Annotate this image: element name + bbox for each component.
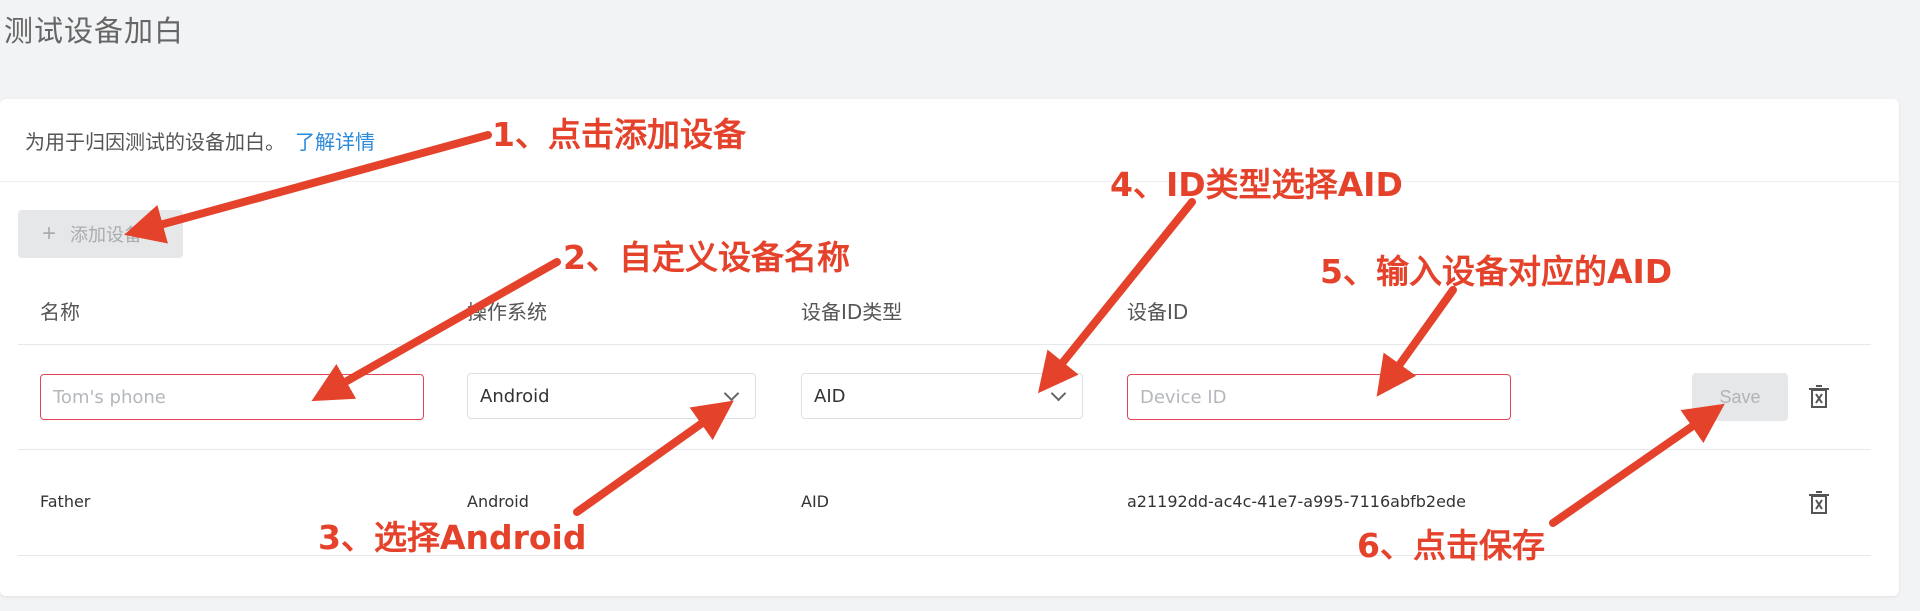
column-header-name: 名称 [40,300,80,324]
device-id-type-cell: AID [801,492,829,511]
id-type-select-value: AID [814,385,846,407]
column-header-id-type: 设备ID类型 [801,300,903,324]
trash-icon[interactable] [1808,384,1830,410]
chevron-down-icon [1050,385,1067,402]
intro-text: 为用于归因测试的设备加白。 了解详情 [25,126,375,155]
add-device-button[interactable]: + 添加设备 [18,210,183,258]
id-type-select[interactable]: AID [801,373,1083,419]
annotation-step-3: 3、选择Android [318,518,587,557]
divider [0,181,1899,182]
trash-icon[interactable] [1808,490,1830,516]
device-name-placeholder: Tom's phone [53,386,166,408]
annotation-step-2: 2、自定义设备名称 [563,238,850,277]
device-whitelist-panel [0,99,1899,596]
learn-more-link[interactable]: 了解详情 [295,130,375,154]
annotation-step-4: 4、ID类型选择AID [1110,165,1403,204]
page-title: 测试设备加白 [4,14,185,48]
row-divider [18,555,1871,556]
device-name-cell: Father [40,492,91,511]
device-id-cell: a21192dd-ac4c-41e7-a995-7116abfb2ede [1127,492,1466,511]
annotation-step-5: 5、输入设备对应的AID [1320,252,1673,291]
intro-description: 为用于归因测试的设备加白。 [25,130,285,154]
device-os-cell: Android [467,492,529,511]
header-divider [18,344,1871,345]
plus-icon: + [42,220,57,247]
column-header-os: 操作系统 [467,300,547,324]
annotation-step-1: 1、点击添加设备 [492,115,746,154]
os-select-value: Android [480,385,550,407]
os-select[interactable]: Android [467,373,756,419]
device-name-input[interactable]: Tom's phone [40,374,424,420]
add-device-label: 添加设备 [70,225,143,245]
device-id-input[interactable]: Device ID [1127,374,1511,420]
device-id-placeholder: Device ID [1140,386,1227,408]
column-header-device-id: 设备ID [1127,300,1189,324]
save-button[interactable]: Save [1692,373,1788,421]
chevron-down-icon [723,385,740,402]
annotation-step-6: 6、点击保存 [1357,526,1545,565]
row-divider [18,449,1871,450]
